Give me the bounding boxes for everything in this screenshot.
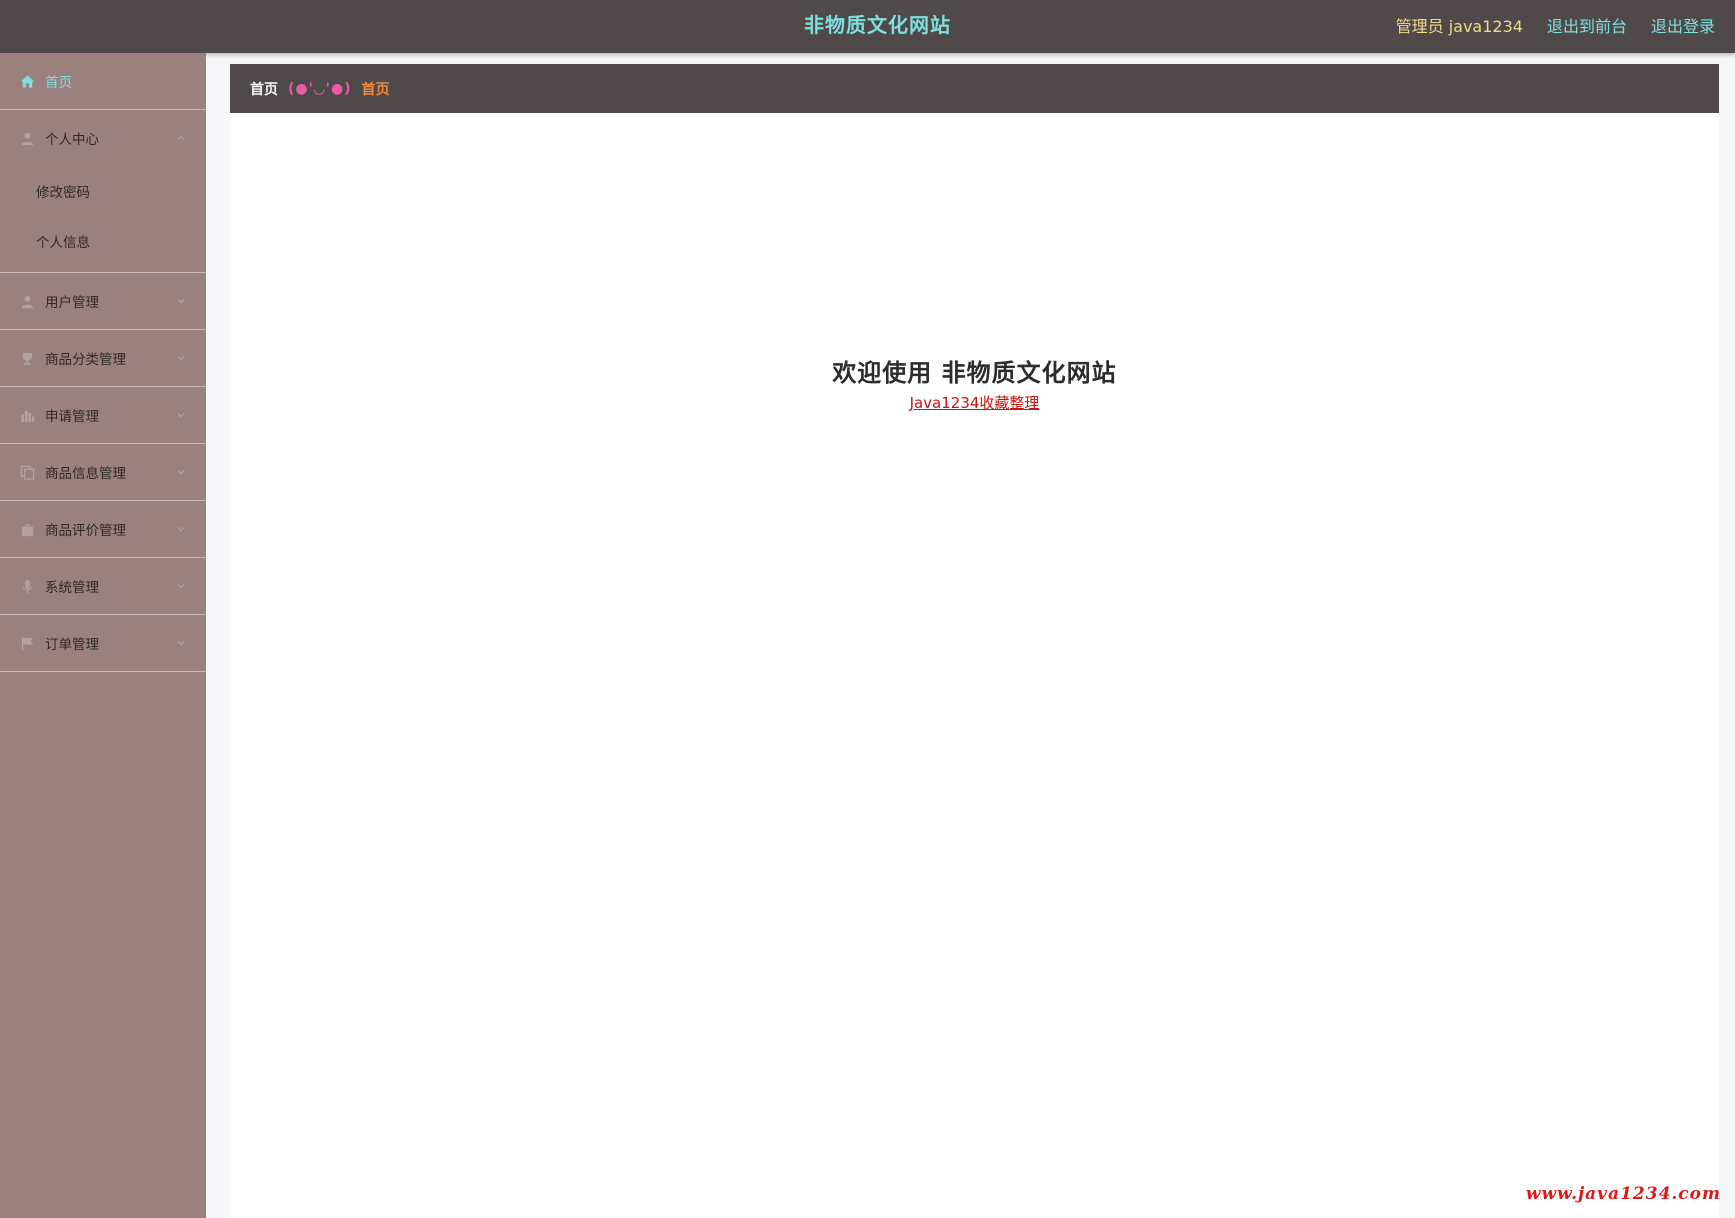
sidebar-item-label: 系统管理 (45, 580, 99, 596)
welcome-title: 欢迎使用 非物质文化网站 (832, 359, 1117, 387)
back-to-front-link[interactable]: 退出到前台 (1547, 13, 1627, 37)
sidebar-item-label: 个人中心 (45, 132, 99, 148)
top-actions: 管理员 java1234 退出到前台 退出登录 (1372, 0, 1715, 50)
sidebar-item-product-review-management[interactable]: 商品评价管理 (0, 501, 206, 558)
chevron-down-icon (177, 527, 185, 532)
sidebar-item-label: 商品信息管理 (45, 466, 126, 482)
user-icon (20, 294, 35, 309)
chevron-down-icon (177, 470, 185, 475)
copy-icon (20, 465, 35, 480)
sidebar-item-label: 用户管理 (45, 295, 99, 311)
sidebar: 首页 个人中心 修改密码 个人信息 用户管理 商品分类管理 申请管理 商品信息管… (0, 53, 206, 1218)
bag-icon (20, 522, 35, 537)
sidebar-item-personal-center[interactable]: 个人中心 (0, 110, 206, 166)
chevron-down-icon (177, 641, 185, 646)
chevron-down-icon (177, 356, 185, 361)
chevron-down-icon (177, 584, 185, 589)
admin-user-label: 管理员 java1234 (1395, 17, 1523, 36)
sidebar-item-order-management[interactable]: 订单管理 (0, 615, 206, 672)
logout-link[interactable]: 退出登录 (1651, 13, 1715, 37)
chevron-up-icon (177, 135, 185, 140)
sidebar-item-home[interactable]: 首页 (0, 53, 206, 110)
sidebar-item-system-management[interactable]: 系统管理 (0, 558, 206, 615)
home-icon (20, 74, 35, 89)
sidebar-item-product-info-management[interactable]: 商品信息管理 (0, 444, 206, 501)
welcome-link[interactable]: Java1234收藏整理 (910, 392, 1040, 413)
sidebar-item-label: 商品分类管理 (45, 352, 126, 368)
chart-icon (20, 408, 35, 423)
sidebar-group-personal-center: 个人中心 修改密码 个人信息 (0, 110, 206, 273)
sidebar-item-application-management[interactable]: 申请管理 (0, 387, 206, 444)
sidebar-item-category-management[interactable]: 商品分类管理 (0, 330, 206, 387)
breadcrumb-home[interactable]: 首页 (250, 79, 278, 99)
main-content: 欢迎使用 非物质文化网站 Java1234收藏整理 (230, 113, 1719, 1218)
user-icon (20, 131, 35, 146)
breadcrumb-separator: (●'◡'●) (288, 80, 352, 97)
breadcrumb-current: 首页 (361, 81, 390, 98)
sidebar-item-label: 申请管理 (45, 409, 99, 425)
sidebar-item-label: 订单管理 (45, 637, 99, 653)
chevron-down-icon (177, 413, 185, 418)
welcome-block: 欢迎使用 非物质文化网站 Java1234收藏整理 (230, 353, 1719, 413)
watermark: www.java1234.com (1525, 1184, 1721, 1204)
trophy-icon (20, 351, 35, 366)
sidebar-subitem-change-password[interactable]: 修改密码 (0, 166, 206, 216)
chevron-down-icon (177, 299, 185, 304)
flag-icon (20, 636, 35, 651)
mic-icon (20, 579, 35, 594)
sidebar-item-user-management[interactable]: 用户管理 (0, 273, 206, 330)
breadcrumb: 首页 (●'◡'●) 首页 (230, 64, 1719, 113)
sidebar-subitem-personal-info[interactable]: 个人信息 (0, 216, 206, 266)
sidebar-item-label: 首页 (45, 75, 72, 91)
sidebar-item-label: 商品评价管理 (45, 523, 126, 539)
top-bar: 非物质文化网站 管理员 java1234 退出到前台 退出登录 (0, 0, 1735, 53)
